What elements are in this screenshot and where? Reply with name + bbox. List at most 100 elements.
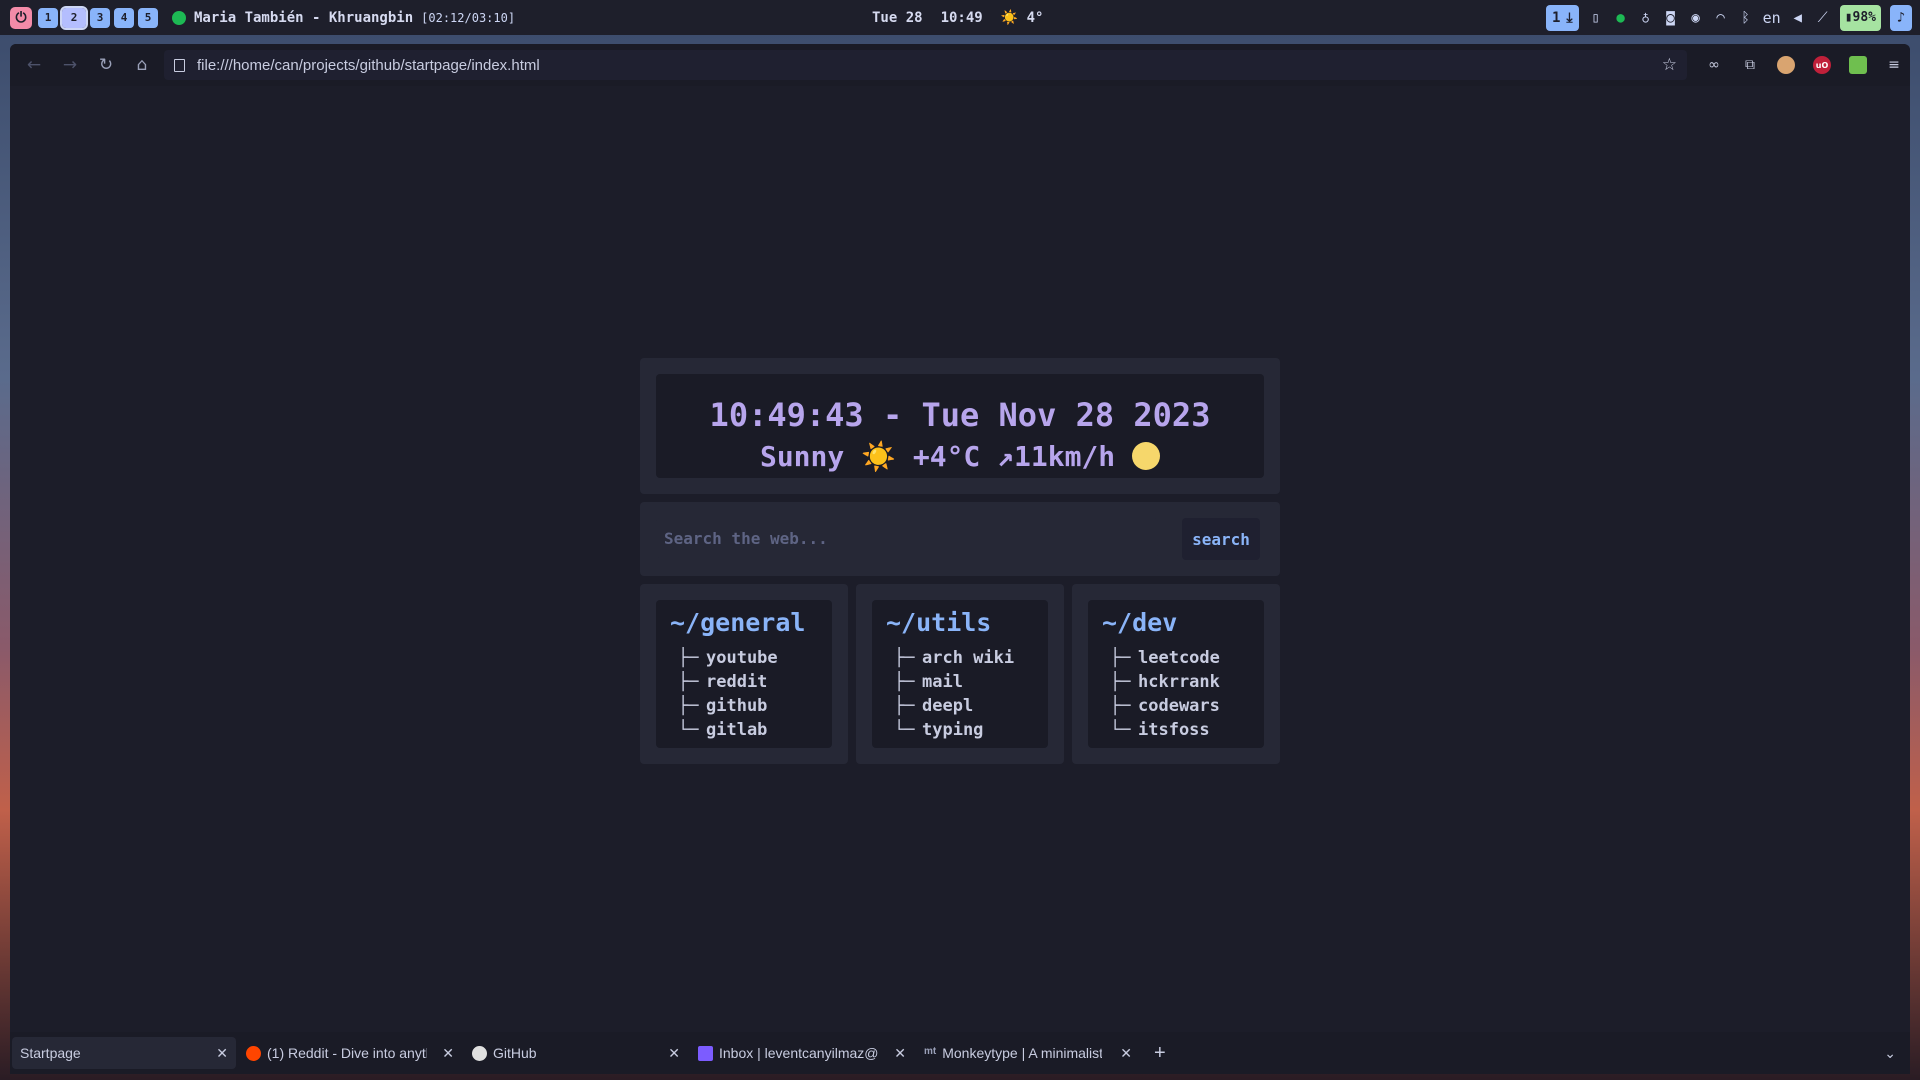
phone-icon[interactable]: ▯: [1588, 10, 1604, 26]
workspace-1[interactable]: 1: [38, 7, 58, 28]
link-codewars[interactable]: ├─ codewars: [1110, 694, 1220, 718]
hamburger-menu-icon[interactable]: ≡: [1885, 56, 1903, 74]
forward-arrow-icon[interactable]: →: [56, 51, 84, 79]
workspace-list: 1 2 3 4 5: [38, 5, 158, 30]
startpage-clock: 10:49:43 - Tue Nov 28 2023: [709, 396, 1211, 434]
startpage-weather: Sunny ☀️ +4°C ↗11km/h: [656, 440, 1264, 473]
keyboard-layout[interactable]: en: [1763, 9, 1781, 27]
search-input[interactable]: [656, 518, 1158, 558]
workspace-3[interactable]: 3: [90, 7, 110, 28]
link-itsfoss[interactable]: └─ itsfoss: [1110, 718, 1220, 742]
moon-icon: [1132, 442, 1161, 470]
back-arrow-icon[interactable]: ←: [20, 51, 48, 79]
lightbulb-icon[interactable]: ♁: [1638, 10, 1654, 26]
workspace-2[interactable]: 2: [60, 5, 88, 30]
link-youtube[interactable]: ├─ youtube: [678, 646, 778, 670]
now-playing-time: [02:12/03:10]: [421, 10, 516, 25]
category-utils-panel: ~/utils ├─ arch wiki ├─ mail ├─ deepl └─ typ…: [856, 584, 1064, 764]
category-title: ~/utils: [886, 608, 992, 637]
clock-day: Tue 28: [872, 9, 923, 26]
tab-github[interactable]: GitHub ✕: [464, 1037, 688, 1069]
spotify-tray-icon[interactable]: ●: [1613, 10, 1629, 26]
download-indicator[interactable]: 1 ⤓: [1545, 4, 1579, 31]
chevron-down-icon[interactable]: ⌄: [1884, 1045, 1896, 1062]
link-deepl[interactable]: ├─ deepl: [894, 694, 1014, 718]
wifi-icon[interactable]: ◠: [1713, 10, 1729, 26]
link-list: ├─ youtube ├─ reddit ├─ github └─ gitlab: [678, 646, 778, 742]
sun-icon: ☀️: [1000, 9, 1019, 26]
weather-widget: ☀️ 4°: [1001, 10, 1044, 26]
link-reddit[interactable]: ├─ reddit: [678, 670, 778, 694]
search-button[interactable]: search: [1182, 518, 1260, 560]
battery-indicator[interactable]: ▮ 98%: [1839, 4, 1881, 31]
system-tray: 1 ⤓ ▯ ● ♁ ◙ ◉ ◠ ᛒ en ◀ ⟋ ▮ 98% ♪: [1545, 0, 1920, 35]
link-label[interactable]: leetcode: [1138, 648, 1220, 668]
ublock-origin-icon[interactable]: uO: [1813, 56, 1831, 74]
extensions-icon[interactable]: ⧉: [1741, 56, 1759, 74]
close-icon[interactable]: ✕: [442, 1045, 454, 1062]
power-icon[interactable]: ⏻: [10, 6, 32, 29]
link-mail[interactable]: ├─ mail: [894, 670, 1014, 694]
reload-icon[interactable]: ↻: [92, 51, 120, 79]
link-label[interactable]: gitlab: [706, 720, 767, 740]
link-list: ├─ leetcode ├─ hckrrank ├─ codewars └─ itsfo…: [1110, 646, 1220, 742]
extension-green-icon[interactable]: [1849, 56, 1867, 74]
home-icon[interactable]: ⌂: [128, 51, 156, 79]
link-gitlab[interactable]: └─ gitlab: [678, 718, 778, 742]
category-utils: ~/utils ├─ arch wiki ├─ mail ├─ deepl └─ typ…: [872, 600, 1048, 748]
bluetooth-icon[interactable]: ᛒ: [1738, 10, 1754, 26]
close-icon[interactable]: ✕: [1120, 1045, 1132, 1062]
discord-icon[interactable]: ◙: [1663, 10, 1679, 26]
category-general: ~/general ├─ youtube ├─ reddit ├─ github └─…: [656, 600, 832, 748]
volume-icon[interactable]: ◀: [1790, 10, 1806, 26]
link-leetcode[interactable]: ├─ leetcode: [1110, 646, 1220, 670]
link-label[interactable]: itsfoss: [1138, 720, 1210, 740]
tab-startpage[interactable]: Startpage ✕: [12, 1037, 236, 1069]
close-icon[interactable]: ✕: [216, 1045, 228, 1062]
link-typing[interactable]: └─ typing: [894, 718, 1014, 742]
clock[interactable]: Tue 28 10:49 ☀️ 4°: [872, 0, 1043, 35]
workspace-4[interactable]: 4: [114, 7, 134, 28]
page-icon: [174, 58, 185, 72]
microphone-off-icon[interactable]: ⟋: [1815, 10, 1831, 26]
close-icon[interactable]: ✕: [894, 1045, 906, 1062]
bookmark-star-icon[interactable]: ☆: [1662, 55, 1677, 75]
weather-details: +4°C ↗11km/h: [912, 440, 1116, 473]
link-label[interactable]: deepl: [922, 696, 973, 716]
link-github[interactable]: ├─ github: [678, 694, 778, 718]
workspace-5[interactable]: 5: [138, 7, 158, 28]
clock-panel: 10:49:43 - Tue Nov 28 2023 Sunny ☀️ +4°C…: [640, 358, 1280, 494]
link-label[interactable]: hckrrank: [1138, 672, 1220, 692]
category-title: ~/general: [670, 608, 806, 637]
tab-inbox[interactable]: Inbox | leventcanyilmaz@proton.me ✕: [690, 1037, 914, 1069]
extension-avatar-icon[interactable]: [1777, 56, 1795, 74]
new-tab-plus-icon[interactable]: +: [1154, 1042, 1166, 1065]
tab-reddit[interactable]: (1) Reddit - Dive into anything ✕: [238, 1037, 462, 1069]
search-panel: search: [640, 502, 1280, 576]
close-icon[interactable]: ✕: [668, 1045, 680, 1062]
link-label[interactable]: arch wiki: [922, 648, 1014, 668]
link-label[interactable]: codewars: [1138, 696, 1220, 716]
clock-card: 10:49:43 - Tue Nov 28 2023 Sunny ☀️ +4°C…: [656, 374, 1264, 478]
chrome-icon[interactable]: ◉: [1688, 10, 1704, 26]
tab-label: (1) Reddit - Dive into anything: [267, 1045, 427, 1061]
tab-label: Startpage: [20, 1045, 81, 1061]
notification-bell-icon[interactable]: ♪: [1890, 4, 1912, 31]
link-arch-wiki[interactable]: ├─ arch wiki: [894, 646, 1014, 670]
reddit-icon: [246, 1045, 261, 1061]
link-label[interactable]: mail: [922, 672, 963, 692]
tab-monkeytype[interactable]: mt Monkeytype | A minimalistic typing te…: [916, 1037, 1140, 1069]
category-title: ~/dev: [1102, 608, 1178, 637]
link-label[interactable]: typing: [922, 720, 983, 740]
private-mask-icon[interactable]: ∞: [1705, 56, 1723, 74]
category-general-panel: ~/general ├─ youtube ├─ reddit ├─ github └─…: [640, 584, 848, 764]
link-hckrrank[interactable]: ├─ hckrrank: [1110, 670, 1220, 694]
clock-time: 10:49: [940, 9, 983, 26]
link-label[interactable]: github: [706, 696, 767, 716]
now-playing[interactable]: Maria También - Khruangbin: [194, 10, 413, 26]
monkeytype-icon: mt: [924, 1045, 937, 1057]
link-label[interactable]: youtube: [706, 648, 778, 668]
link-label[interactable]: reddit: [706, 672, 767, 692]
category-dev-panel: ~/dev ├─ leetcode ├─ hckrrank ├─ codewars └…: [1072, 584, 1280, 764]
address-bar[interactable]: file:///home/can/projects/github/startpa…: [164, 50, 1687, 80]
